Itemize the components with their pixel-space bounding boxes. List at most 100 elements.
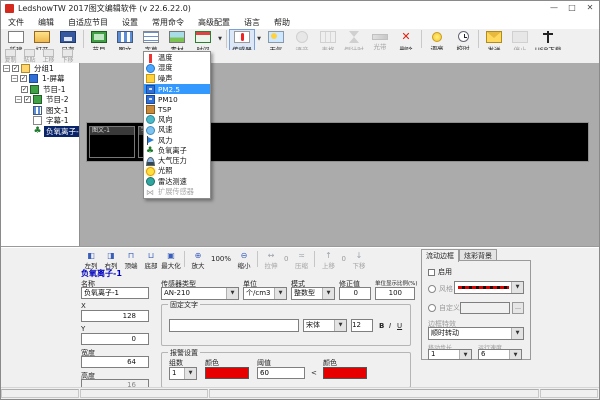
bold-button[interactable]: B xyxy=(379,322,384,330)
area-title[interactable]: 图文-1 xyxy=(90,127,134,135)
menu-item-humidity[interactable]: 湿度 xyxy=(144,63,210,73)
menu-item-noise[interactable]: 噪声 xyxy=(144,74,210,84)
menu-item-illumination[interactable]: 光照 xyxy=(144,166,210,176)
tree-item-subtitle-1[interactable]: 字幕-1 xyxy=(1,116,79,127)
close-button[interactable]: ✕ xyxy=(581,1,599,16)
chevron-down-icon[interactable]: ▼ xyxy=(334,320,346,331)
menu-common-commands[interactable]: 常用命令 xyxy=(145,16,191,29)
tab-flowing-border[interactable]: 流动边框 xyxy=(421,249,459,262)
collapse-icon[interactable]: − xyxy=(3,65,10,72)
menu-item-air-pressure[interactable]: 大气压力 xyxy=(144,156,210,166)
subtitle-icon xyxy=(33,116,42,125)
zoom-out-button[interactable]: ⊖缩小 xyxy=(234,251,254,270)
alarm-color2-swatch[interactable] xyxy=(323,367,367,379)
align-bottom-icon: ⊔ xyxy=(148,251,154,260)
menu-advanced-config[interactable]: 高级配置 xyxy=(191,16,237,29)
align-bottom-button[interactable]: ⊔底部 xyxy=(141,251,161,270)
menu-item-wind-direction[interactable]: 风向 xyxy=(144,115,210,125)
alarm-color-swatch[interactable] xyxy=(205,367,249,379)
enable-checkbox[interactable] xyxy=(428,269,435,276)
minimize-button[interactable]: — xyxy=(545,1,563,16)
collapse-icon[interactable]: − xyxy=(11,75,18,82)
align-top-button[interactable]: ⊓顶端 xyxy=(121,251,141,270)
border-effect-combo[interactable]: 顺时转动▼ xyxy=(428,327,524,340)
menu-adaptive-program[interactable]: 自适应节目 xyxy=(61,16,115,29)
font-size-spinner[interactable]: 12 xyxy=(351,319,373,332)
tree-item-screen[interactable]: − ✓ 1-屏幕 xyxy=(1,74,79,85)
group-count-combo[interactable]: 1▼ xyxy=(169,367,197,380)
browse-button[interactable]: … xyxy=(512,302,524,314)
chevron-down-icon[interactable]: ▼ xyxy=(322,288,334,299)
chevron-down-icon[interactable]: ▼ xyxy=(184,368,196,379)
italic-button[interactable]: I xyxy=(389,322,391,330)
checkbox-checked-icon[interactable]: ✓ xyxy=(21,86,28,93)
sensor-type-combo[interactable]: AN-210▼ xyxy=(161,287,239,300)
menu-item-temperature[interactable]: 温度 xyxy=(144,53,210,63)
maximize-button[interactable]: □ xyxy=(563,1,581,16)
fixed-text-input[interactable] xyxy=(169,319,299,332)
threshold-input[interactable] xyxy=(257,367,305,379)
style-radio[interactable] xyxy=(428,285,436,293)
menu-item-tsp[interactable]: TSP xyxy=(144,104,210,114)
unit-combo[interactable]: 个/cm3▼ xyxy=(243,287,287,300)
underline-button[interactable]: U xyxy=(397,322,402,330)
unit-scale-spinner[interactable]: 100 xyxy=(375,287,415,300)
move-up-icon: ↑ xyxy=(325,251,332,260)
checkbox-checked-icon[interactable]: ✓ xyxy=(24,96,31,103)
menu-edit[interactable]: 编辑 xyxy=(31,16,61,29)
menu-language[interactable]: 语言 xyxy=(237,16,267,29)
toolbar-separator xyxy=(314,251,315,267)
alarm-settings-label: 报警设置 xyxy=(168,348,200,358)
radar-icon xyxy=(146,177,155,186)
zoom-in-button[interactable]: ⊕放大 xyxy=(188,251,208,270)
chevron-down-icon[interactable]: ▼ xyxy=(509,350,521,359)
voice-icon xyxy=(296,31,308,43)
tree-item-negative-ion-1[interactable]: ♣ 负氧离子-1 xyxy=(1,126,79,137)
tree-item-group[interactable]: − ✓ 分组1 xyxy=(1,63,79,74)
width-spinner[interactable]: 64 xyxy=(81,356,149,368)
menu-help[interactable]: 帮助 xyxy=(267,16,297,29)
menu-item-wind-force[interactable]: 风力 xyxy=(144,135,210,145)
x-spinner[interactable]: 128 xyxy=(81,310,149,322)
maximize-area-button[interactable]: ▣最大化 xyxy=(161,251,181,270)
correction-spinner[interactable]: 0 xyxy=(339,287,371,300)
zoom-level: 100% xyxy=(208,251,234,268)
move-step-combo[interactable]: 1▼ xyxy=(428,349,472,360)
tree-item-graphic-1[interactable]: 图文-1 xyxy=(1,105,79,116)
toolbar-separator xyxy=(226,30,227,48)
chevron-down-icon[interactable]: ▼ xyxy=(511,328,523,339)
checkbox-checked-icon[interactable]: ✓ xyxy=(12,65,19,72)
zoom-in-icon: ⊕ xyxy=(195,251,202,260)
run-speed-combo[interactable]: 6▼ xyxy=(478,349,522,360)
program-icon xyxy=(91,31,107,43)
chevron-down-icon[interactable]: ▼ xyxy=(274,288,286,299)
app-icon xyxy=(5,4,14,13)
menu-item-pm25[interactable]: PM2.5 xyxy=(144,84,210,94)
sensor-dropdown-arrow[interactable]: ▼ xyxy=(255,29,263,48)
chevron-down-icon[interactable]: ▼ xyxy=(511,282,523,293)
tree-item-program-2[interactable]: − ✓ 节目-2 xyxy=(1,95,79,106)
menu-item-wind-speed[interactable]: 风速 xyxy=(144,125,210,135)
border-style-combo[interactable]: ▼ xyxy=(454,281,524,294)
font-combo[interactable]: 宋体▼ xyxy=(303,319,347,332)
compress-icon: ≍ xyxy=(298,251,305,260)
mode-combo[interactable]: 整数型▼ xyxy=(291,287,335,300)
collapse-icon[interactable]: − xyxy=(15,96,22,103)
time-dropdown-arrow[interactable]: ▼ xyxy=(216,29,224,48)
checkbox-checked-icon[interactable]: ✓ xyxy=(20,75,27,82)
y-spinner[interactable]: 0 xyxy=(81,333,149,345)
compress-button: ≍压缩 xyxy=(291,251,311,270)
menu-item-negative-ion[interactable]: 负氧离子 xyxy=(144,146,210,156)
light-band-icon xyxy=(372,34,388,40)
graphic-area-window[interactable]: 图文-1 xyxy=(89,126,135,158)
menu-file[interactable]: 文件 xyxy=(1,16,31,29)
chevron-down-icon[interactable]: ▼ xyxy=(226,288,238,299)
custom-radio[interactable] xyxy=(428,304,436,312)
tree-item-program-1[interactable]: ✓ 节目-1 xyxy=(1,84,79,95)
move-value: 0 xyxy=(338,251,348,268)
menu-item-pm10[interactable]: PM10 xyxy=(144,94,210,104)
menu-item-radar-speed[interactable]: 雷达测速 xyxy=(144,177,210,187)
name-input[interactable] xyxy=(81,287,149,299)
chevron-down-icon[interactable]: ▼ xyxy=(459,350,471,359)
menu-settings[interactable]: 设置 xyxy=(115,16,145,29)
